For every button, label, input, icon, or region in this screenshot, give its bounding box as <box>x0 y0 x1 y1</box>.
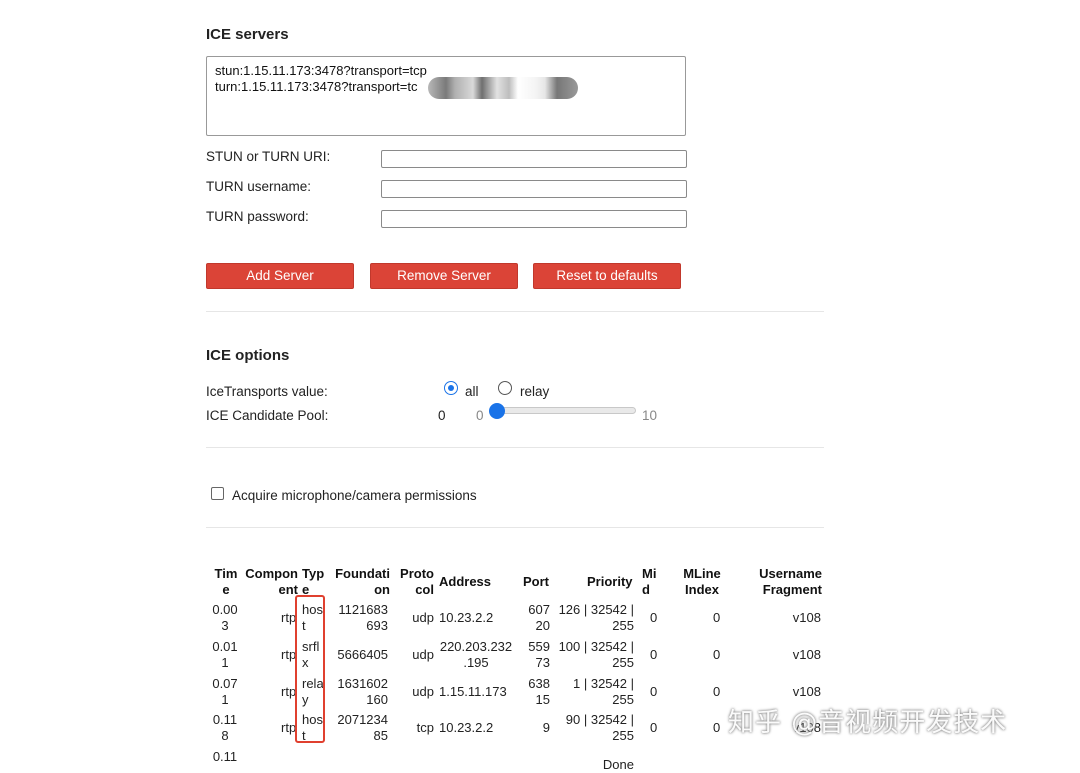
uri-label: STUN or TURN URI: <box>206 149 331 164</box>
cell-address: 1.15.11.173 <box>439 684 507 699</box>
radio-all[interactable] <box>444 381 458 395</box>
header-mline-index: MLine Index <box>683 566 721 597</box>
ice-servers-heading: ICE servers <box>206 26 289 43</box>
cell-port: 9 <box>542 720 550 735</box>
slider-min-label: 0 <box>476 408 484 423</box>
cell-mline-index: 0 <box>713 720 721 735</box>
cell-priority: 1 | 32542 | 255 <box>573 676 634 707</box>
cell-username-fragment: v108 <box>792 610 821 625</box>
type-column-highlight <box>295 595 325 743</box>
cell-mline-index: 0 <box>713 684 721 699</box>
radio-all-label: all <box>465 384 479 399</box>
permissions-checkbox[interactable] <box>211 487 224 500</box>
radio-relay-label: relay <box>520 384 550 399</box>
cell-priority: Done <box>602 757 634 772</box>
cell-protocol: udp <box>412 647 434 662</box>
cell-priority: 126 | 32542 | 255 <box>558 602 634 633</box>
cell-protocol: udp <box>412 610 434 625</box>
permissions-label: Acquire microphone/camera permissions <box>232 488 477 503</box>
cell-protocol: tcp <box>416 720 434 735</box>
header-port: Port <box>523 574 549 589</box>
section-divider <box>206 527 824 528</box>
slider-max-label: 10 <box>642 408 658 423</box>
header-component: Compon ent <box>245 566 298 597</box>
cell-component: rtp <box>281 720 297 735</box>
uri-input[interactable] <box>381 150 687 168</box>
reset-defaults-button[interactable]: Reset to defaults <box>533 263 681 289</box>
password-input[interactable] <box>381 210 687 228</box>
header-address: Address <box>439 574 492 589</box>
cell-address: 10.23.2.2 <box>439 720 494 735</box>
radio-relay[interactable] <box>498 381 512 395</box>
cell-address: 10.23.2.2 <box>439 610 494 625</box>
header-priority: Priority <box>587 574 633 589</box>
header-type: Typ e <box>302 566 325 597</box>
cell-foundation: 2071234 85 <box>337 712 388 743</box>
username-input[interactable] <box>381 180 687 198</box>
cell-mid: 0 <box>650 720 658 735</box>
cell-foundation: 5666405 <box>337 647 388 662</box>
cell-time: 0.07 1 <box>212 676 238 707</box>
username-label: TURN username: <box>206 179 312 194</box>
cell-mid: 0 <box>650 610 658 625</box>
section-divider <box>206 311 824 312</box>
cell-component: rtp <box>281 684 297 699</box>
candidate-pool-value: 0 <box>438 408 446 423</box>
cell-protocol: udp <box>412 684 434 699</box>
cell-username-fragment: v108 <box>792 684 821 699</box>
header-username-fragment: Username Fragment <box>759 566 822 597</box>
cell-component: rtp <box>281 647 297 662</box>
section-divider <box>206 447 824 448</box>
slider-thumb[interactable] <box>489 403 505 419</box>
password-label: TURN password: <box>206 209 309 224</box>
cell-mid: 0 <box>650 684 658 699</box>
cell-time: 0.01 1 <box>212 639 238 670</box>
candidate-pool-slider[interactable] <box>490 407 636 414</box>
cell-time: 0.11 8 <box>212 712 238 743</box>
cell-time: 0.00 3 <box>212 602 238 633</box>
header-foundation: Foundati on <box>335 566 390 597</box>
cell-username-fragment: v108 <box>792 647 821 662</box>
cell-priority: 90 | 32542 | 255 <box>565 712 634 743</box>
redaction-blur <box>428 77 578 99</box>
cell-address: 220.203.232.195 <box>439 639 513 670</box>
cell-mid: 0 <box>650 647 658 662</box>
cell-port: 607 20 <box>528 602 550 633</box>
watermark: 知乎 @音视频开发技术 <box>728 708 1008 738</box>
ice-transports-label: IceTransports value: <box>206 384 328 399</box>
cell-mline-index: 0 <box>713 610 721 625</box>
cell-foundation: 1631602 160 <box>337 676 388 707</box>
header-mid: Mi d <box>642 566 657 597</box>
header-protocol: Proto col <box>400 566 434 597</box>
add-server-button[interactable]: Add Server <box>206 263 354 289</box>
header-time: Tim e <box>214 566 238 597</box>
cell-port: 559 73 <box>528 639 550 670</box>
cell-foundation: 1121683 693 <box>338 602 388 633</box>
cell-port: 638 15 <box>528 676 550 707</box>
ice-options-heading: ICE options <box>206 347 290 364</box>
candidate-pool-label: ICE Candidate Pool: <box>206 408 329 423</box>
cell-mline-index: 0 <box>713 647 721 662</box>
cell-priority: 100 | 32542 | 255 <box>558 639 634 670</box>
cell-time: 0.11 <box>212 749 238 764</box>
remove-server-button[interactable]: Remove Server <box>370 263 518 289</box>
cell-component: rtp <box>281 610 297 625</box>
